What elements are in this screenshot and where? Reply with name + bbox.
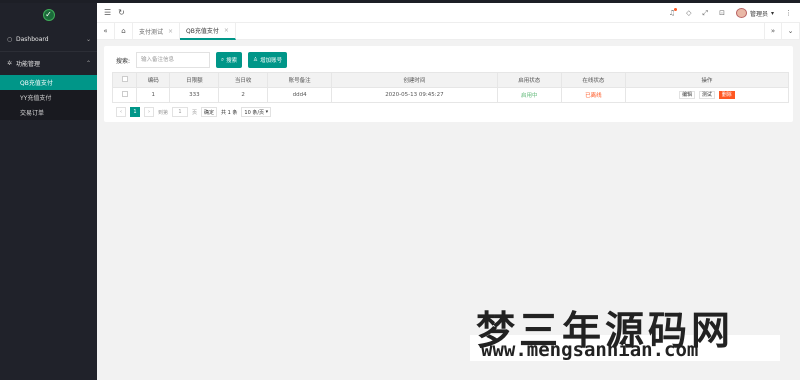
next-page-button[interactable]: › [144, 107, 154, 117]
test-button[interactable]: 测试 [698, 91, 715, 99]
search-button-label: 搜索 [226, 58, 238, 64]
tab-qb-pay[interactable]: QB充值支付 × [180, 22, 236, 40]
gear-icon: ✲ [7, 60, 13, 67]
col-online: 在线状态 [560, 72, 626, 88]
col-created: 创建时间 [331, 72, 498, 88]
cell-created: 2020-05-13 09:45:27 [331, 87, 498, 103]
search-row: 搜索: 输入备注信息 ⌕ 搜索 ♙ 增加账号 [116, 52, 288, 68]
close-icon[interactable]: × [168, 28, 173, 35]
col-limit: 日限额 [169, 72, 220, 88]
col-id: 编码 [135, 72, 171, 88]
tabs-scroll-right-icon[interactable]: » [764, 22, 782, 40]
add-account-label: 增加账号 [260, 58, 283, 64]
col-today: 当日收 [218, 72, 269, 88]
edit-button[interactable]: 编辑 [679, 91, 696, 99]
search-input[interactable]: 输入备注信息 [136, 52, 211, 68]
sidebar-subitem-qb-pay[interactable]: QB充值支付 [0, 75, 97, 90]
more-icon[interactable]: ⋮ [785, 9, 792, 17]
home-tab-icon[interactable]: ⌂ [115, 22, 133, 40]
close-icon[interactable]: × [224, 27, 229, 34]
home-icon: ○ [7, 35, 13, 43]
total-count: 共 1 条 [221, 109, 238, 116]
goto-page-input[interactable]: 1 [172, 107, 189, 117]
account-table: 编码 日限额 当日收 账号备注 创建时间 启用状态 在线状态 操作 1 333 … [112, 72, 790, 103]
user-add-icon: ♙ [253, 57, 259, 63]
chevron-up-icon: ⌃ [85, 60, 91, 67]
sidebar-item-dashboard[interactable]: ○ Dashboard ⌄ [0, 27, 97, 51]
page-unit-label: 页 [192, 109, 198, 116]
tabs-scroll-left-icon[interactable]: « [97, 22, 115, 40]
header-actions: ♫ ◇ ⤢ ⊡ 管理员 ▾ ⋮ [669, 3, 792, 23]
row-checkbox[interactable] [112, 87, 137, 103]
prev-page-button[interactable]: ‹ [116, 107, 126, 117]
refresh-icon[interactable]: ↻ [118, 8, 125, 17]
col-enabled: 启用状态 [496, 72, 562, 88]
sidebar-subitem-orders[interactable]: 交易订单 [0, 105, 97, 120]
tab-label: 支付测试 [139, 28, 164, 36]
tag-icon[interactable]: ◇ [686, 9, 691, 17]
content-card: 搜索: 输入备注信息 ⌕ 搜索 ♙ 增加账号 编码 日限额 当日收 账号备注 创… [104, 46, 793, 122]
cell-ops: 编辑 测试 删除 [624, 87, 790, 103]
sidebar: ✓ ○ Dashboard ⌄ ✲ 功能管理 ⌃ QB充值支付 YY充值支付 交… [0, 3, 97, 380]
tab-pay-test[interactable]: 支付测试 × [133, 22, 181, 40]
sidebar-item-label: 功能管理 [16, 61, 41, 68]
user-name: 管理员 [749, 10, 768, 18]
search-icon: ⌕ [221, 56, 225, 63]
search-button[interactable]: ⌕ 搜索 [216, 52, 243, 68]
cell-online-status: 已离线 [560, 87, 626, 103]
tab-label: QB充值支付 [186, 27, 219, 35]
tab-bar: « ⌂ 支付测试 × QB充值支付 × » ⌄ [97, 22, 800, 40]
delete-button[interactable]: 删除 [718, 91, 735, 99]
col-note: 账号备注 [267, 72, 333, 88]
per-page-value: 10 条/页 [244, 109, 265, 116]
leaf-logo-icon: ✓ [42, 9, 55, 21]
header: ☰ ↻ ♫ ◇ ⤢ ⊡ 管理员 ▾ ⋮ [97, 3, 800, 23]
lock-icon[interactable]: ⊡ [719, 9, 725, 17]
cell-limit: 333 [169, 87, 220, 103]
goto-label: 到第 [158, 109, 169, 116]
bell-icon[interactable]: ♫ [669, 8, 678, 17]
search-label: 搜索: [116, 57, 131, 65]
sidebar-item-function-manage[interactable]: ✲ 功能管理 ⌃ [0, 51, 97, 75]
avatar [735, 8, 747, 18]
table-row: 1 333 2 ddd4 2020-05-13 09:45:27 启用中 已离线… [112, 87, 790, 103]
logo[interactable]: ✓ [0, 3, 97, 27]
sidebar-subitem-yy-pay[interactable]: YY充值支付 [0, 90, 97, 105]
add-account-button[interactable]: ♙ 增加账号 [248, 52, 288, 68]
col-ops: 操作 [624, 72, 790, 88]
cell-today: 2 [218, 87, 269, 103]
cell-note: ddd4 [267, 87, 333, 103]
sidebar-item-label: Dashboard [16, 35, 49, 43]
goto-confirm-button[interactable]: 确定 [201, 107, 218, 117]
user-menu[interactable]: 管理员 ▾ [735, 8, 774, 18]
menu-toggle-icon[interactable]: ☰ [104, 8, 111, 17]
page-1-button[interactable]: 1 [130, 107, 140, 117]
tabs-dropdown-icon[interactable]: ⌄ [782, 22, 800, 40]
table-header-row: 编码 日限额 当日收 账号备注 创建时间 启用状态 在线状态 操作 [112, 72, 790, 88]
chevron-down-icon: ⌄ [85, 35, 91, 43]
pagination: ‹ 1 › 到第 1 页 确定 共 1 条 10 条/页 ▾ [116, 107, 272, 117]
watermark-url: www.mengsannian.com [481, 339, 699, 361]
fullscreen-icon[interactable]: ⤢ [702, 9, 708, 18]
per-page-select[interactable]: 10 条/页 ▾ [241, 107, 272, 117]
cell-enabled-status: 启用中 [496, 87, 562, 103]
cell-id: 1 [135, 87, 171, 103]
chevron-down-icon: ▾ [770, 9, 774, 17]
select-all-checkbox[interactable] [112, 72, 137, 88]
